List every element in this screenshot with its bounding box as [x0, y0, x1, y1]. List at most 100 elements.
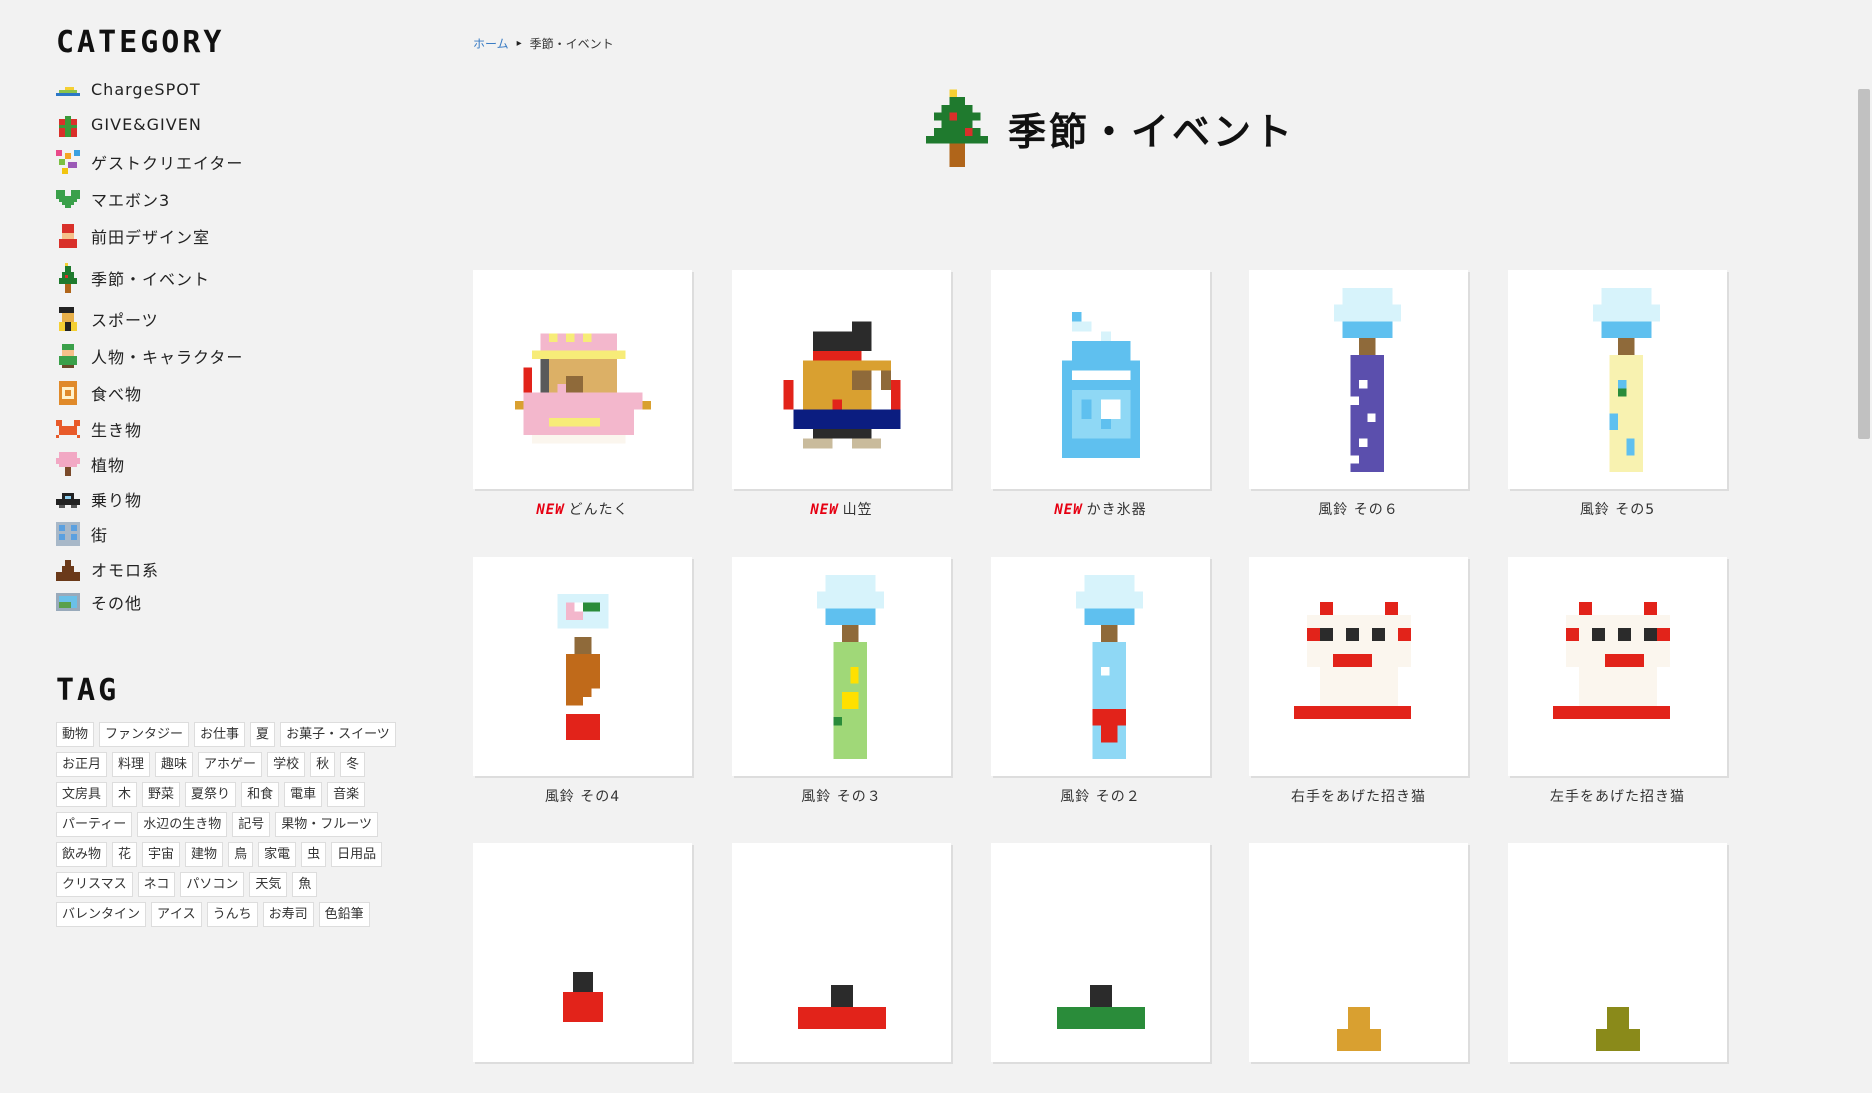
- category-item-maeda-design[interactable]: 前田デザイン室: [56, 216, 416, 255]
- tag-item[interactable]: 記号: [232, 812, 271, 837]
- scrollbar[interactable]: [1855, 0, 1872, 927]
- item-thumbnail[interactable]: [1249, 557, 1468, 776]
- tag-item[interactable]: アホゲー: [198, 752, 263, 777]
- tag-item[interactable]: 宇宙: [142, 842, 181, 867]
- item-label[interactable]: 風鈴 その２: [991, 787, 1210, 807]
- item-label[interactable]: [991, 1073, 1210, 1093]
- tag-item[interactable]: 鳥: [228, 842, 254, 867]
- breadcrumb-home-link[interactable]: ホーム: [473, 35, 509, 52]
- category-item-town[interactable]: 街: [56, 516, 416, 551]
- item-thumbnail[interactable]: [732, 270, 951, 489]
- tag-item[interactable]: 家電: [258, 842, 297, 867]
- tag-item[interactable]: 和食: [241, 782, 280, 807]
- tag-item[interactable]: 野菜: [142, 782, 181, 807]
- item-card[interactable]: [473, 843, 692, 1093]
- item-label[interactable]: 左手をあげた招き猫: [1508, 787, 1727, 807]
- item-thumbnail[interactable]: [1508, 270, 1727, 489]
- item-card[interactable]: [1249, 843, 1468, 1093]
- item-thumbnail[interactable]: [1249, 270, 1468, 489]
- tag-item[interactable]: うんち: [206, 902, 258, 927]
- item-thumbnail[interactable]: [991, 270, 1210, 489]
- item-card[interactable]: 風鈴 その６: [1249, 270, 1468, 520]
- scrollbar-thumb[interactable]: [1858, 89, 1870, 439]
- item-thumbnail[interactable]: [991, 557, 1210, 776]
- tag-item[interactable]: 色鉛筆: [318, 902, 370, 927]
- tag-item[interactable]: お仕事: [194, 722, 246, 747]
- tag-item[interactable]: 夏: [250, 722, 276, 747]
- tag-item[interactable]: ネコ: [137, 872, 176, 897]
- item-thumbnail[interactable]: [473, 270, 692, 489]
- item-label[interactable]: [732, 1073, 951, 1093]
- tag-item[interactable]: パソコン: [180, 872, 245, 897]
- category-item-other[interactable]: その他: [56, 586, 416, 618]
- item-label[interactable]: [473, 1073, 692, 1093]
- tag-item[interactable]: 音楽: [327, 782, 366, 807]
- item-thumbnail[interactable]: [1508, 843, 1727, 1062]
- item-card[interactable]: 右手をあげた招き猫: [1249, 557, 1468, 807]
- item-thumbnail[interactable]: [991, 843, 1210, 1062]
- item-card[interactable]: 風鈴 その5: [1508, 270, 1727, 520]
- item-thumbnail[interactable]: [473, 557, 692, 776]
- category-item-maebon3[interactable]: マエボン3: [56, 181, 416, 216]
- item-card[interactable]: 風鈴 その３: [732, 557, 951, 807]
- tag-item[interactable]: 建物: [185, 842, 224, 867]
- tag-item[interactable]: 趣味: [155, 752, 194, 777]
- item-card[interactable]: NEW どんたく: [473, 270, 692, 520]
- item-label[interactable]: NEW 山笠: [732, 500, 951, 520]
- item-card[interactable]: [991, 843, 1210, 1093]
- tag-item[interactable]: 夏祭り: [185, 782, 237, 807]
- category-item-vehicles[interactable]: 乗り物: [56, 481, 416, 516]
- tag-item[interactable]: 学校: [267, 752, 306, 777]
- item-card[interactable]: 風鈴 その２: [991, 557, 1210, 807]
- item-thumbnail[interactable]: [1508, 557, 1727, 776]
- tag-item[interactable]: パーティー: [56, 812, 133, 837]
- tag-item[interactable]: 冬: [340, 752, 366, 777]
- tag-item[interactable]: 文房具: [56, 782, 108, 807]
- tag-item[interactable]: お寿司: [262, 902, 314, 927]
- tag-item[interactable]: バレンタイン: [56, 902, 147, 927]
- item-label[interactable]: [1508, 1073, 1727, 1093]
- tag-item[interactable]: 料理: [112, 752, 151, 777]
- item-label[interactable]: 風鈴 その６: [1249, 500, 1468, 520]
- category-item-guest-creator[interactable]: ゲストクリエイター: [56, 142, 416, 181]
- item-card[interactable]: NEW かき氷器: [991, 270, 1210, 520]
- item-thumbnail[interactable]: [732, 557, 951, 776]
- item-label[interactable]: 風鈴 その4: [473, 787, 692, 807]
- tag-item[interactable]: 日用品: [331, 842, 383, 867]
- category-item-give-given[interactable]: GIVE&GIVEN: [56, 107, 416, 142]
- tag-item[interactable]: 動物: [56, 722, 95, 747]
- tag-item[interactable]: ファンタジー: [99, 722, 190, 747]
- item-label[interactable]: NEW かき氷器: [991, 500, 1210, 520]
- tag-item[interactable]: 飲み物: [56, 842, 108, 867]
- item-card[interactable]: NEW 山笠: [732, 270, 951, 520]
- item-card[interactable]: 左手をあげた招き猫: [1508, 557, 1727, 807]
- tag-item[interactable]: 天気: [249, 872, 288, 897]
- tag-item[interactable]: 電車: [284, 782, 323, 807]
- category-item-person[interactable]: 人物・キャラクター: [56, 338, 416, 374]
- item-label[interactable]: 風鈴 その5: [1508, 500, 1727, 520]
- tag-item[interactable]: お菓子・スイーツ: [280, 722, 396, 747]
- category-item-food[interactable]: 食べ物: [56, 374, 416, 411]
- category-item-omoro[interactable]: オモロ系: [56, 551, 416, 586]
- tag-item[interactable]: 水辺の生き物: [137, 812, 228, 837]
- item-card[interactable]: 風鈴 その4: [473, 557, 692, 807]
- item-thumbnail[interactable]: [1249, 843, 1468, 1062]
- tag-item[interactable]: アイス: [151, 902, 202, 927]
- category-item-sports[interactable]: スポーツ: [56, 300, 416, 338]
- item-label[interactable]: [1249, 1073, 1468, 1093]
- category-item-creatures[interactable]: 生き物: [56, 411, 416, 446]
- tag-item[interactable]: 虫: [301, 842, 327, 867]
- item-card[interactable]: [732, 843, 951, 1093]
- item-card[interactable]: [1508, 843, 1727, 1093]
- category-item-chargespot[interactable]: ChargeSPOT: [56, 72, 416, 107]
- item-label[interactable]: 右手をあげた招き猫: [1249, 787, 1468, 807]
- tag-item[interactable]: お正月: [56, 752, 108, 777]
- item-thumbnail[interactable]: [732, 843, 951, 1062]
- category-item-season-event[interactable]: 季節・イベント: [56, 255, 416, 300]
- item-label[interactable]: 風鈴 その３: [732, 787, 951, 807]
- category-item-plants[interactable]: 植物: [56, 446, 416, 481]
- tag-item[interactable]: 果物・フルーツ: [275, 812, 379, 837]
- item-thumbnail[interactable]: [473, 843, 692, 1062]
- tag-item[interactable]: 魚: [292, 872, 318, 897]
- tag-item[interactable]: 木: [112, 782, 138, 807]
